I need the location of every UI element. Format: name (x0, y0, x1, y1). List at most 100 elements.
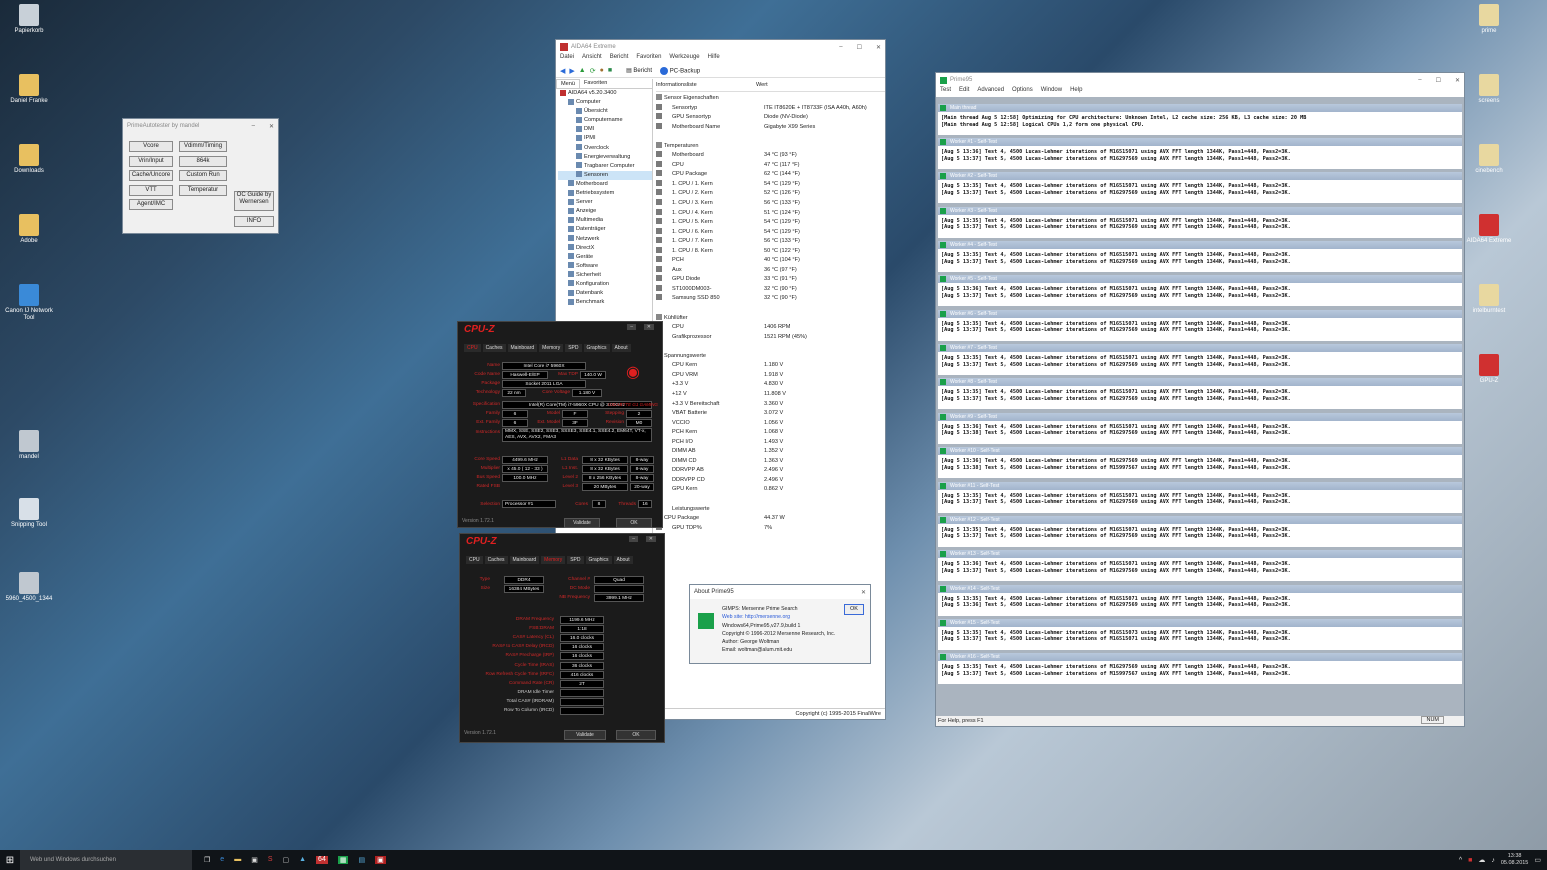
worker-pane[interactable]: Worker #16 - Self-Test [Aug 5 13:35] Test… (938, 653, 1462, 685)
sidebar-tab[interactable]: Favoriten (580, 79, 611, 88)
sensor-row[interactable]: +3.3 V Bereitschaft 3.360 V (656, 399, 885, 410)
worker-pane[interactable]: Worker #7 - Self-Test [Aug 5 13:35] Test … (938, 344, 1462, 376)
validate-button[interactable]: Validate (564, 730, 606, 740)
tree-item[interactable]: IPMI (558, 134, 652, 143)
notification-icon[interactable]: ▭ (1534, 856, 1541, 864)
chart-icon[interactable]: ■ (608, 67, 612, 74)
desktop-icon[interactable]: Papierkorb (0, 4, 59, 35)
menu-item[interactable]: Werkzeuge (669, 54, 699, 64)
worker-pane[interactable]: Worker #2 - Self-Test [Aug 5 13:35] Test … (938, 172, 1462, 204)
sensor-row[interactable]: Leistungswerte (656, 504, 885, 515)
cpuz-tab[interactable]: SPD (565, 344, 582, 352)
sensor-row[interactable]: GPU Sensortyp Diode (NV-Diode) (656, 113, 885, 123)
pmt-button[interactable]: Vcore (129, 141, 173, 152)
sensor-row[interactable]: 1. CPU / 2. Kern 52 °C (126 °F) (656, 189, 885, 199)
close-icon[interactable]: ✕ (645, 536, 656, 542)
sensor-row[interactable]: CPU VRM 1.918 V (656, 370, 885, 381)
aida64-task-icon[interactable]: 64 (316, 856, 328, 864)
menu-item[interactable]: Hilfe (708, 54, 720, 64)
tree-item[interactable]: Software (558, 262, 652, 271)
cpuz-task-icon[interactable]: ▣ (375, 856, 386, 864)
sensor-row[interactable]: Sensor Eigenschaften (656, 94, 885, 104)
worker-pane[interactable]: Worker #9 - Self-Test [Aug 5 13:36] Test … (938, 412, 1462, 444)
chevron-up-icon[interactable]: ^ (1459, 857, 1462, 864)
forward-icon[interactable]: ▶ (569, 67, 574, 75)
sensor-row[interactable]: CPU Package 44.37 W (656, 514, 885, 524)
tree-item[interactable]: Betriebssystem (558, 189, 652, 198)
pmt-button[interactable]: VTT (129, 185, 173, 196)
app-icon[interactable]: ▲ (299, 856, 306, 864)
sensor-row[interactable]: 1. CPU / 8. Kern 50 °C (122 °F) (656, 246, 885, 257)
sensor-row[interactable]: +12 V 11.808 V (656, 389, 885, 400)
search-box[interactable]: Web und Windows durchsuchen (20, 850, 192, 870)
sensor-row[interactable]: CPU 1406 RPM (656, 323, 885, 333)
sensor-row[interactable]: CPU Package 62 °C (144 °F) (656, 170, 885, 180)
tree-item[interactable]: DirectX (558, 244, 652, 253)
cpuz-tab[interactable]: CPU (466, 556, 483, 564)
close-icon[interactable]: ✕ (1455, 77, 1460, 84)
menu-item[interactable]: Ansicht (582, 54, 602, 64)
maximize-icon[interactable]: ☐ (1436, 77, 1441, 84)
sensor-row[interactable]: Motherboard 34 °C (93 °F) (656, 151, 885, 161)
task-view-icon[interactable]: ❐ (204, 856, 210, 864)
desktop-icon[interactable]: prime (1459, 4, 1519, 35)
tree-item[interactable]: Energieverwaltung (558, 153, 652, 162)
menu-item[interactable]: Edit (959, 87, 969, 97)
app-icon[interactable]: ▤ (358, 856, 365, 864)
close-icon[interactable]: ✕ (876, 44, 881, 51)
desktop-icon[interactable]: cinebench (1459, 144, 1519, 175)
desktop-icon[interactable]: Snipping Tool (0, 498, 59, 529)
sensor-row[interactable]: Temperaturen (656, 141, 885, 152)
desktop-icon[interactable]: GPU-Z (1459, 354, 1519, 385)
desktop-icon[interactable]: intelburntest (1459, 284, 1519, 315)
sensor-row[interactable] (656, 132, 885, 142)
pmt-button[interactable]: 864k (179, 156, 227, 167)
app-icon[interactable]: S (268, 856, 273, 864)
minimize-icon[interactable]: – (839, 44, 842, 51)
edge-icon[interactable]: e (220, 856, 224, 864)
sensor-row[interactable]: 1. CPU / 4. Kern 51 °C (124 °F) (656, 208, 885, 219)
pmt-button[interactable]: Vrin/Input (129, 156, 173, 167)
app-icon[interactable]: ▢ (282, 856, 289, 864)
close-icon[interactable]: ✕ (861, 589, 866, 596)
worker-pane[interactable]: Worker #4 - Self-Test [Aug 5 13:35] Test … (938, 241, 1462, 273)
worker-pane[interactable]: Worker #6 - Self-Test [Aug 5 13:35] Test … (938, 309, 1462, 341)
sensor-row[interactable]: 1. CPU / 5. Kern 54 °C (129 °F) (656, 218, 885, 228)
cpuz-tab[interactable]: About (611, 344, 631, 352)
tree-item[interactable]: Sicherheit (558, 271, 652, 280)
sensor-row[interactable]: VCCIO 1.056 V (656, 418, 885, 429)
tree-item[interactable]: Datenbank (558, 289, 652, 298)
tree-item[interactable]: Computername (558, 116, 652, 125)
sensor-row[interactable]: 1. CPU / 1. Kern 54 °C (129 °F) (656, 179, 885, 190)
cpuz-tab[interactable]: Graphics (583, 344, 610, 352)
tree-item[interactable]: Benchmark (558, 298, 652, 307)
sensor-row[interactable]: DIMM CD 1.363 V (656, 456, 885, 467)
sensor-row[interactable]: +3.3 V 4.830 V (656, 380, 885, 390)
maximize-icon[interactable]: ☐ (857, 44, 862, 51)
tray-icon[interactable]: ■ (1468, 857, 1472, 864)
worker-pane[interactable]: Worker #11 - Self-Test [Aug 5 13:35] Test… (938, 481, 1462, 513)
pmt-button[interactable]: Custom Run (179, 170, 227, 181)
sensor-row[interactable] (656, 495, 885, 505)
pmt-button[interactable]: Agent/IMC (129, 199, 173, 210)
ok-button[interactable]: OK (616, 730, 656, 740)
processor-select[interactable]: Processor #1 (502, 500, 556, 508)
up-icon[interactable]: ▲ (579, 67, 586, 74)
report-button[interactable]: ▤ Bericht (626, 67, 652, 74)
sensor-row[interactable]: Grafikprozessor 1521 RPM (45%) (656, 332, 885, 343)
desktop-icon[interactable]: AIDA64 Extreme (1459, 214, 1519, 245)
sensor-row[interactable]: Sensortyp ITE IT8620E + IT8733F (ISA A40h… (656, 103, 885, 114)
cpuz-tab[interactable]: CPU (464, 344, 481, 352)
worker-pane[interactable]: Worker #8 - Self-Test [Aug 5 13:35] Test … (938, 378, 1462, 410)
sensor-row[interactable]: GPU Kern 0.862 V (656, 485, 885, 495)
sensor-row[interactable]: PCH I/O 1.493 V (656, 437, 885, 448)
ok-button[interactable]: OK (616, 518, 652, 528)
tree-item[interactable]: Übersicht (558, 107, 652, 116)
cpuz-tab[interactable]: Mainboard (507, 344, 538, 352)
menu-item[interactable]: Datei (560, 54, 574, 64)
sensor-row[interactable]: CPU Kern 1.180 V (656, 361, 885, 371)
user-icon[interactable]: ● (600, 67, 604, 74)
worker-pane[interactable]: Worker #1 - Self-Test [Aug 5 13:36] Test … (938, 138, 1462, 169)
cpuz-tab[interactable]: Memory (541, 556, 566, 564)
tree-item[interactable]: Anzeige (558, 207, 652, 216)
